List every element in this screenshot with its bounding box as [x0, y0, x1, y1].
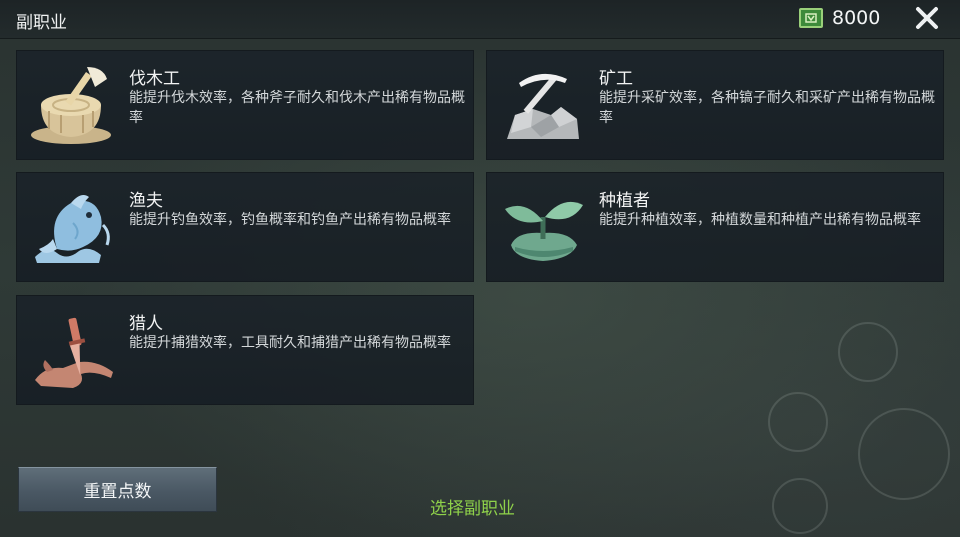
- hunting-knife-icon: [27, 310, 119, 392]
- close-button[interactable]: [912, 5, 942, 33]
- select-profession-hint: 选择副职业: [430, 499, 515, 519]
- currency-amount: 8000: [832, 7, 881, 29]
- background-action-button: [838, 322, 898, 382]
- profession-card-hunter[interactable]: 猎人 能提升捕猎效率，工具耐久和捕猎产出稀有物品概率: [16, 295, 474, 405]
- top-bar: 副职业 8000: [0, 0, 960, 39]
- background-action-button: [772, 478, 828, 534]
- reset-points-button[interactable]: 重置点数: [18, 467, 217, 512]
- sprout-icon: [497, 187, 589, 269]
- currency-display: 8000: [799, 7, 880, 29]
- profession-name: 种植者: [599, 191, 650, 211]
- profession-name: 猎人: [129, 314, 163, 334]
- profession-desc: 能提升捕猎效率，工具耐久和捕猎产出稀有物品概率: [129, 335, 451, 351]
- profession-card-planter[interactable]: 种植者 能提升种植效率，种植数量和种植产出稀有物品概率: [486, 172, 944, 282]
- background-joystick: [858, 408, 950, 500]
- page-title: 副职业: [16, 13, 67, 33]
- profession-desc: 能提升种植效率，种植数量和种植产出稀有物品概率: [599, 212, 921, 228]
- pickaxe-rock-icon: [497, 65, 589, 147]
- profession-card-miner[interactable]: 矿工 能提升采矿效率，各种镐子耐久和采矿产出稀有物品概率: [486, 50, 944, 160]
- profession-card-fisher[interactable]: 渔夫 能提升钓鱼效率，钓鱼概率和钓鱼产出稀有物品概率: [16, 172, 474, 282]
- profession-name: 矿工: [599, 69, 633, 89]
- profession-desc: 能提升采矿效率，各种镐子耐久和采矿产出稀有物品概率: [599, 90, 935, 126]
- cash-icon: [799, 8, 823, 28]
- profession-name: 伐木工: [129, 69, 180, 89]
- close-icon: [916, 7, 938, 29]
- profession-desc: 能提升伐木效率，各种斧子耐久和伐木产出稀有物品概率: [129, 90, 465, 126]
- fish-icon: [27, 187, 119, 269]
- profession-name: 渔夫: [129, 191, 163, 211]
- profession-desc: 能提升钓鱼效率，钓鱼概率和钓鱼产出稀有物品概率: [129, 212, 451, 228]
- background-action-button: [768, 392, 828, 452]
- axe-stump-icon: [27, 65, 119, 147]
- profession-card-lumberjack[interactable]: 伐木工 能提升伐木效率，各种斧子耐久和伐木产出稀有物品概率: [16, 50, 474, 160]
